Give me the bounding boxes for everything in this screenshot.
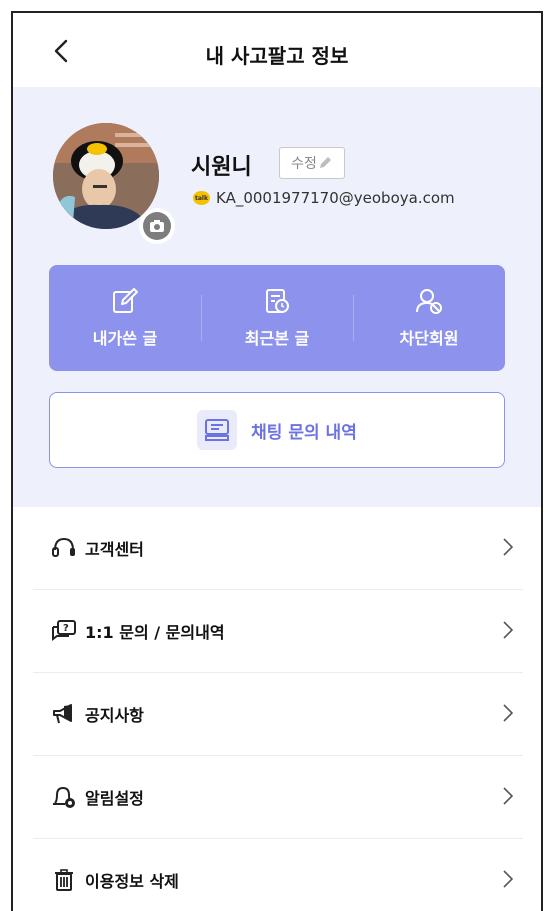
menu-item-label: 1:1 문의 / 문의내역 <box>85 623 225 642</box>
phone-frame: 내 사고팔고 정보 시원니 수정 talk KA_0001977170@yeob… <box>11 11 543 911</box>
block-user-icon <box>416 289 442 314</box>
change-photo-button[interactable] <box>139 208 175 244</box>
quick-action-label: 내가쓴 글 <box>92 329 158 348</box>
headset-icon <box>51 535 77 561</box>
edit-label: 수정 <box>291 156 317 172</box>
menu-item-delete-usage-info[interactable]: 이용정보 삭제 <box>33 839 523 911</box>
recent-posts-button[interactable]: 최근본 글 <box>201 265 353 371</box>
chevron-right-icon <box>503 621 514 639</box>
kakao-talk-icon: talk <box>193 191 210 205</box>
megaphone-icon <box>51 701 77 727</box>
page-title: 내 사고팔고 정보 <box>205 44 349 68</box>
trash-icon <box>51 867 77 893</box>
camera-icon <box>150 220 164 232</box>
chevron-right-icon <box>503 787 514 805</box>
menu-item-inquiry[interactable]: ? 1:1 문의 / 문의내역 <box>33 590 523 673</box>
user-name: 시원니 <box>191 155 252 180</box>
chat-history-label: 채팅 문의 내역 <box>251 422 357 443</box>
quick-action-label: 최근본 글 <box>244 329 310 348</box>
edit-profile-button[interactable]: 수정 <box>279 147 345 179</box>
chevron-right-icon <box>503 538 514 556</box>
account-email: KA_0001977170@yeoboya.com <box>216 189 455 207</box>
quick-action-label: 차단회원 <box>399 329 459 348</box>
recent-doc-icon <box>266 289 289 313</box>
menu-item-notification-settings[interactable]: 알림설정 <box>33 756 523 839</box>
chat-inbox-icon <box>197 410 238 450</box>
menu-item-label: 고객센터 <box>85 540 144 559</box>
app-header: 내 사고팔고 정보 <box>13 13 541 87</box>
blocked-members-button[interactable]: 차단회원 <box>353 265 505 371</box>
menu-item-customer-center[interactable]: 고객센터 <box>33 507 523 590</box>
settings-menu: 고객센터 ? 1:1 문의 / 문의내역 공지사항 알림설정 이용정보 삭제 <box>33 507 523 911</box>
account-email-row: talk KA_0001977170@yeoboya.com <box>193 189 455 207</box>
chevron-right-icon <box>503 870 514 888</box>
bell-gear-icon <box>51 784 77 810</box>
my-posts-button[interactable]: 내가쓴 글 <box>49 265 201 371</box>
edit-note-icon <box>113 288 138 313</box>
menu-item-label: 알림설정 <box>85 789 144 808</box>
chat-inquiry-history-button[interactable]: 채팅 문의 내역 <box>49 392 505 468</box>
menu-item-label: 이용정보 삭제 <box>85 872 179 891</box>
menu-item-notice[interactable]: 공지사항 <box>33 673 523 756</box>
pencil-icon <box>319 157 331 168</box>
menu-item-label: 공지사항 <box>85 706 144 725</box>
svg-text:?: ? <box>63 623 69 634</box>
question-chat-icon: ? <box>51 618 77 644</box>
chevron-right-icon <box>503 704 514 722</box>
quick-actions-bar: 내가쓴 글 최근본 글 차단회원 <box>49 265 505 371</box>
